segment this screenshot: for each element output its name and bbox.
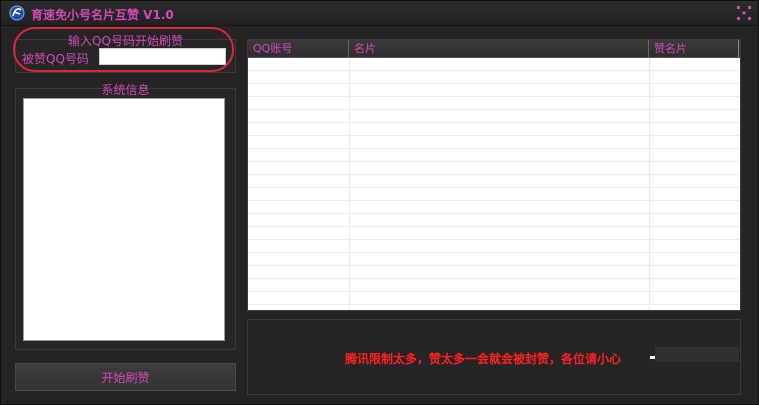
main-window: 育速免小号名片互赞 V1.0 输入QQ号码开始刷赞 被赞QQ号码 系统信息 开始… — [0, 0, 759, 405]
app-logo-icon — [9, 5, 25, 21]
warning-message: 腾讯限制太多，赞太多一会就会被封赞，各位请小心 — [345, 352, 622, 366]
column-divider — [349, 58, 350, 310]
column-header-qq-account[interactable]: QQ账号 — [248, 40, 349, 57]
qq-input-group-title: 输入QQ号码开始刷赞 — [68, 34, 183, 48]
table-header: QQ账号 名片 赞名片 — [248, 40, 740, 58]
column-header-like-card[interactable]: 赞名片 — [649, 40, 739, 57]
target-qq-input[interactable] — [99, 48, 226, 65]
table-body — [248, 58, 740, 310]
start-like-button[interactable]: 开始刷赞 — [15, 363, 236, 391]
target-qq-label: 被赞QQ号码 — [22, 52, 89, 66]
system-info-log[interactable] — [23, 98, 225, 341]
close-icon[interactable] — [736, 5, 752, 21]
redacted-area — [655, 347, 739, 362]
title-bar[interactable]: 育速免小号名片互赞 V1.0 — [1, 1, 758, 26]
column-divider — [649, 58, 650, 310]
system-info-title: 系统信息 — [101, 83, 150, 97]
status-panel: 腾讯限制太多，赞太多一会就会被封赞，各位请小心 — [247, 319, 741, 395]
results-table[interactable]: QQ账号 名片 赞名片 — [247, 39, 741, 311]
window-title: 育速免小号名片互赞 V1.0 — [31, 8, 174, 22]
column-header-card[interactable]: 名片 — [349, 40, 649, 57]
